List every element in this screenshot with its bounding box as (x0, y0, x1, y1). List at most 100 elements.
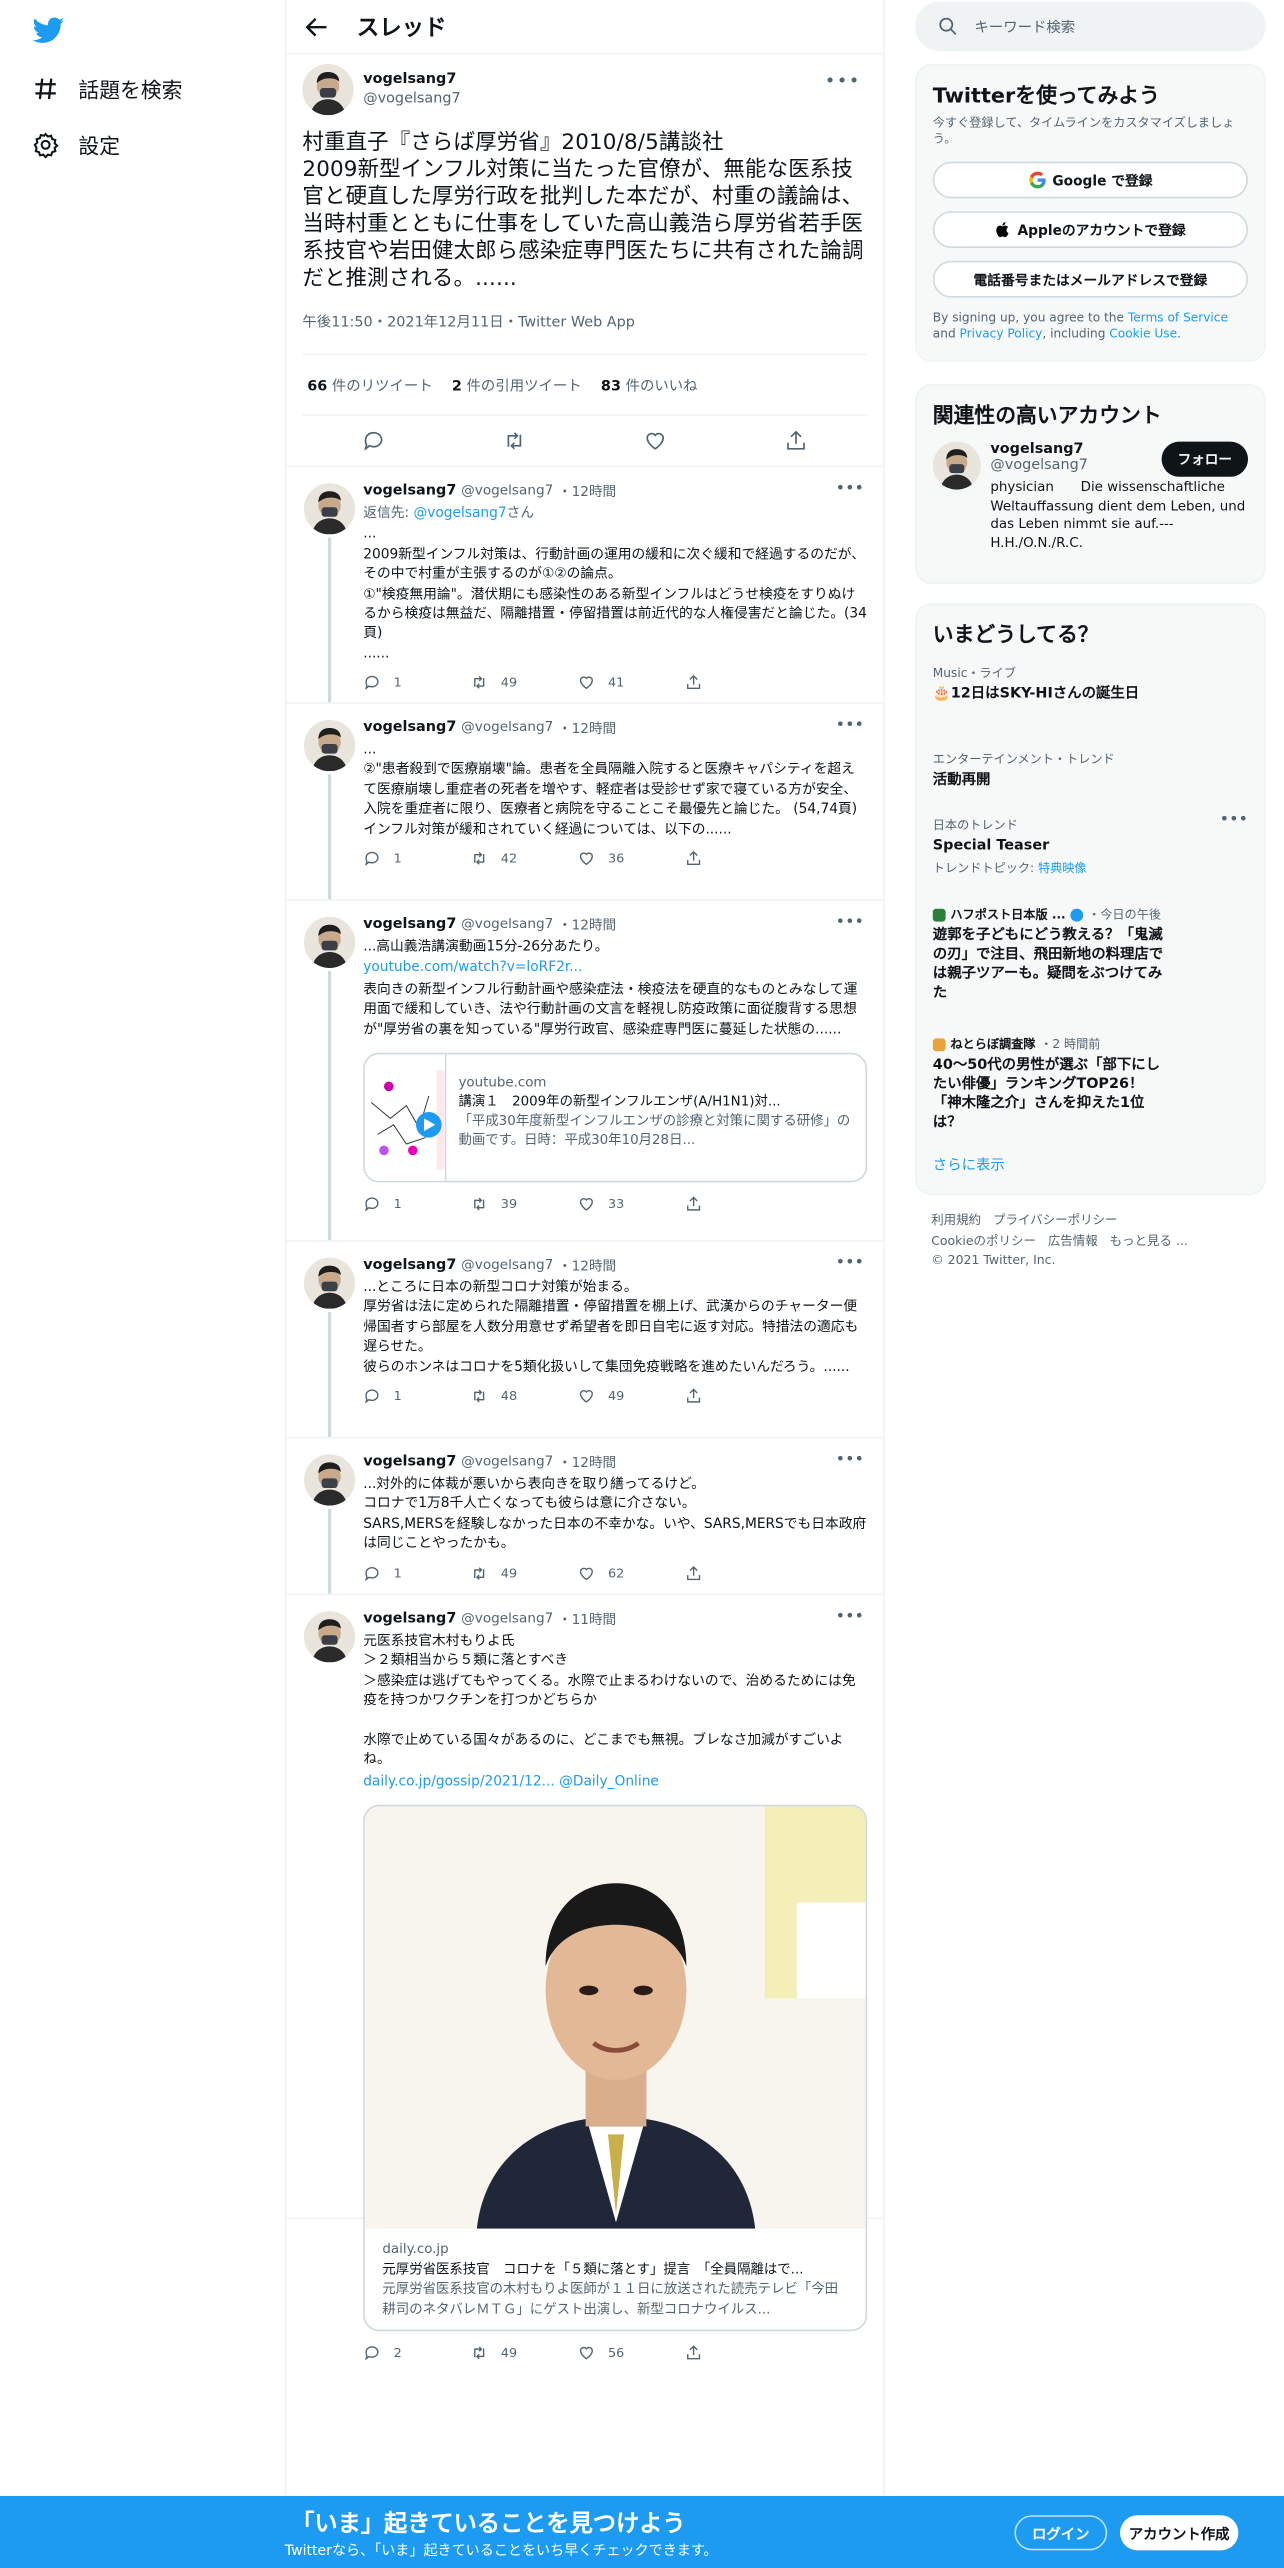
tweet-time[interactable]: ・12時間 (558, 718, 616, 738)
footer-link[interactable]: プライバシーポリシー (993, 1213, 1118, 1227)
cookie-link[interactable]: Cookie Use (1109, 326, 1177, 340)
link-card[interactable]: youtube.com 講演１ 2009年の新型インフルエンザ(A/H1N1)対… (363, 1052, 868, 1183)
reply-button[interactable]: 1 (363, 850, 470, 868)
author-name[interactable]: vogelsang7 (363, 1454, 456, 1470)
back-arrow-icon[interactable] (302, 12, 331, 41)
author-name[interactable]: vogelsang7 (363, 483, 456, 499)
tweet-time[interactable]: ・12時間 (558, 1256, 616, 1275)
youtube-link[interactable]: youtube.com/watch?v=loRF2r... (363, 959, 867, 979)
trend-item[interactable]: エンターテインメント・トレンド 活動再開 (917, 741, 1264, 807)
avatar[interactable] (304, 1611, 356, 1663)
avatar[interactable] (304, 720, 356, 772)
reply-button[interactable]: 1 (363, 1195, 470, 1213)
news-item[interactable]: ねとらぼ調査隊 ・2 時間前 40～50代の男性が選ぶ「部下にしたい俳優」ランキン… (917, 1026, 1264, 1148)
author-name[interactable]: vogelsang7 (363, 720, 456, 736)
tweet-time[interactable]: ・12時間 (558, 1453, 616, 1472)
terms-link[interactable]: Terms of Service (1128, 310, 1228, 324)
retweet-count[interactable]: 66 件のリツイート (307, 374, 432, 395)
reply-tweet[interactable]: ••• vogelsang7 @vogelsang7 ・12時間 ...高山義浩講演… (286, 901, 884, 1242)
like-button[interactable]: 56 (578, 2344, 685, 2362)
more-options-icon[interactable]: ••• (1220, 811, 1248, 829)
author-handle[interactable]: @vogelsang7 (461, 917, 553, 933)
reply-tweet[interactable]: ••• vogelsang7 @vogelsang7 ・12時間 返信先: @vog… (286, 467, 884, 704)
retweet-button[interactable]: 42 (470, 850, 577, 868)
author-name[interactable]: vogelsang7 (363, 917, 456, 933)
trend-item[interactable]: ••• 日本のトレンド Special Teaser トレンドトピック: 特典映… (917, 806, 1264, 896)
retweet-button[interactable]: 49 (470, 1564, 577, 1582)
reply-tweet[interactable]: ••• vogelsang7 @vogelsang7 ・11時間 元医系技官木村もり… (286, 1595, 884, 2361)
nav-explore[interactable]: 話題を検索 (32, 69, 182, 107)
news-item[interactable]: ハフポスト日本版 ... ・今日の午後 遊郭を子どもにどう教える？「鬼滅の刃」で注… (917, 896, 1264, 1026)
related-account[interactable]: vogelsang7 @vogelsang7 フォロー physician Di… (917, 435, 1264, 571)
mention-link[interactable]: @Daily_Online (559, 1774, 659, 1790)
tweet-time[interactable]: ・12時間 (558, 915, 616, 934)
like-button[interactable]: 49 (578, 1387, 685, 1405)
like-button[interactable]: 41 (578, 674, 685, 692)
avatar[interactable] (302, 64, 354, 116)
more-options-icon[interactable]: ••• (836, 1254, 864, 1272)
more-options-icon[interactable]: ••• (836, 1451, 864, 1469)
author-name[interactable]: vogelsang7 (363, 1611, 456, 1627)
reply-icon[interactable] (361, 429, 385, 453)
more-options-icon[interactable]: ••• (836, 717, 864, 735)
footer-link[interactable]: もっと見る ... (1110, 1233, 1188, 1247)
footer-link[interactable]: 広告情報 (1048, 1233, 1098, 1247)
author-handle[interactable]: @vogelsang7 (461, 720, 553, 736)
author-handle[interactable]: @vogelsang7 (461, 1611, 553, 1627)
avatar[interactable] (304, 916, 356, 968)
more-options-icon[interactable]: ••• (836, 914, 864, 932)
article-link[interactable]: daily.co.jp/gossip/2021/12... (363, 1774, 555, 1790)
login-button[interactable]: ログイン (1014, 2515, 1108, 2551)
author-handle[interactable]: @vogelsang7 (461, 1454, 553, 1470)
nav-settings[interactable]: 設定 (32, 125, 120, 163)
avatar[interactable] (304, 483, 356, 535)
author-name[interactable]: vogelsang7 (363, 1258, 456, 1274)
like-button[interactable]: 33 (578, 1195, 685, 1213)
footer-link[interactable]: Cookieのポリシー (931, 1233, 1036, 1247)
retweet-button[interactable]: 49 (470, 2344, 577, 2362)
reply-button[interactable]: 1 (363, 674, 470, 692)
share-button[interactable] (685, 1195, 792, 1213)
trend-item[interactable]: Music・ライブ 🎂12日はSKY-HIさんの誕生日 (917, 654, 1264, 740)
share-button[interactable] (685, 850, 792, 868)
search-input[interactable]: キーワード検索 (915, 1, 1266, 52)
like-icon[interactable] (643, 429, 667, 453)
like-button[interactable]: 36 (578, 850, 685, 868)
twitter-logo-icon[interactable] (32, 14, 66, 46)
tweet-time[interactable]: ・11時間 (558, 1610, 616, 1629)
privacy-link[interactable]: Privacy Policy (960, 326, 1043, 340)
reply-tweet[interactable]: ••• vogelsang7 @vogelsang7 ・12時間 ...ところに日本… (286, 1242, 884, 1439)
avatar[interactable] (304, 1454, 356, 1506)
signup-button[interactable]: アカウント作成 (1120, 2515, 1239, 2551)
retweet-icon[interactable] (502, 429, 526, 453)
footer-link[interactable]: 利用規約 (931, 1213, 981, 1227)
phone-email-signup-button[interactable]: 電話番号またはメールアドレスで登録 (932, 260, 1248, 298)
apple-signup-button[interactable]: Appleのアカウントで登録 (932, 211, 1248, 248)
avatar[interactable] (304, 1257, 356, 1309)
author-handle[interactable]: @vogelsang7 (363, 90, 461, 109)
share-button[interactable] (685, 674, 792, 692)
reply-tweet[interactable]: ••• vogelsang7 @vogelsang7 ・12時間 ... ②"患者殺… (286, 704, 884, 901)
author-handle[interactable]: @vogelsang7 (461, 1258, 553, 1274)
tweet-timestamp[interactable]: 午後11:50・2021年12月11日・Twitter Web App (302, 310, 867, 331)
show-more-link[interactable]: さらに表示 (917, 1147, 1264, 1181)
trend-topic-link[interactable]: 特典映像 (1038, 861, 1087, 875)
reply-tweet[interactable]: ••• vogelsang7 @vogelsang7 ・12時間 ...対外的に体裁… (286, 1438, 884, 1596)
author-name[interactable]: vogelsang7 (363, 70, 461, 89)
retweet-button[interactable]: 39 (470, 1195, 577, 1213)
author-handle[interactable]: @vogelsang7 (461, 483, 553, 499)
more-options-icon[interactable]: ••• (825, 70, 861, 91)
link-card[interactable]: daily.co.jp 元厚労省医系技官 コロナを「５類に落とす」提言 「全員隔… (363, 1805, 868, 2332)
share-button[interactable] (685, 2344, 792, 2362)
reply-button[interactable]: 1 (363, 1564, 470, 1582)
retweet-button[interactable]: 49 (470, 674, 577, 692)
google-signup-button[interactable]: Google で登録 (932, 161, 1248, 199)
avatar[interactable] (932, 441, 981, 490)
quote-count[interactable]: 2 件の引用ツイート (452, 374, 582, 395)
share-button[interactable] (685, 1564, 792, 1582)
retweet-button[interactable]: 48 (470, 1387, 577, 1405)
mention-link[interactable]: @vogelsang7 (413, 506, 506, 522)
more-options-icon[interactable]: ••• (836, 1608, 864, 1626)
reply-button[interactable]: 1 (363, 1387, 470, 1405)
share-button[interactable] (685, 1387, 792, 1405)
